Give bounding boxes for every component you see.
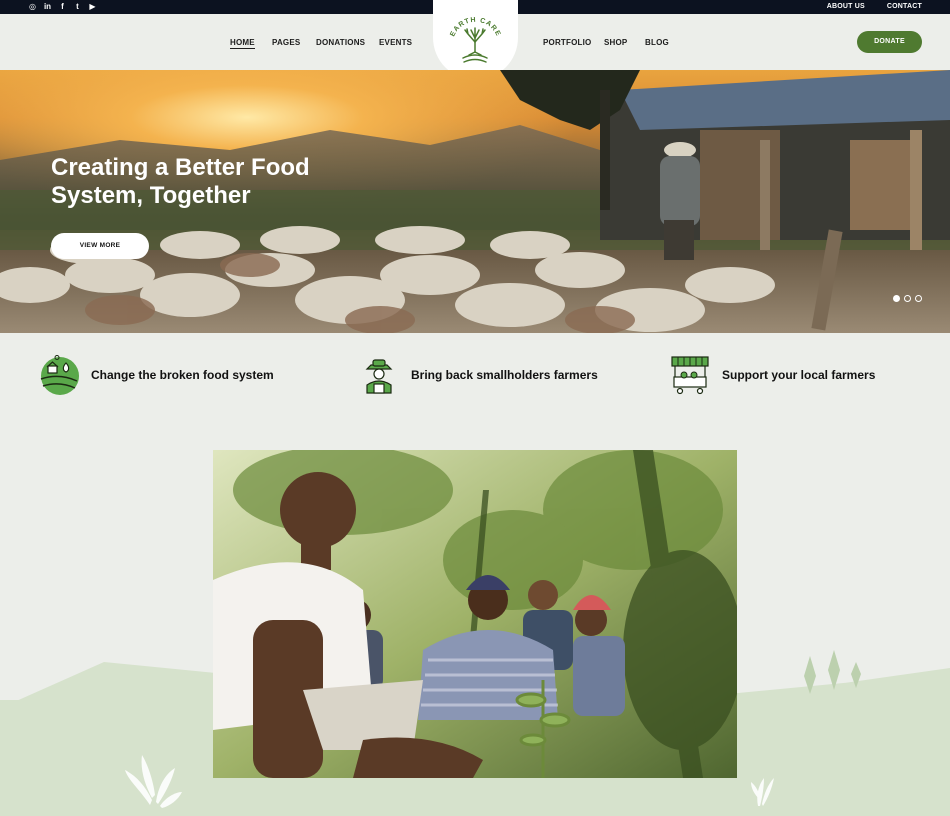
featured-video[interactable] [213,450,737,778]
top-links: ABOUT US CONTACT [827,3,922,10]
nav-blog[interactable]: BLOG [645,38,669,47]
farmer-icon [365,359,393,394]
slider-dot-3[interactable] [915,295,922,302]
slider-dot-2[interactable] [904,295,911,302]
feature-item: Support your local farmers [670,355,875,395]
nav-pages[interactable]: PAGES [272,38,300,47]
twitter-icon[interactable]: t [73,2,82,11]
logo[interactable]: EARTH CARE [433,0,518,80]
facebook-icon[interactable]: f [58,2,67,11]
social-links: ◎ in f t ▶ [28,2,97,11]
farmers-image [213,450,737,778]
slider-dots [893,295,922,302]
feature-text: Change the broken food system [91,368,274,382]
feature-text: Bring back smallholders farmers [411,368,598,382]
contact-link[interactable]: CONTACT [887,3,922,10]
wheat-leaf-icon [125,755,182,808]
youtube-icon[interactable]: ▶ [88,2,97,11]
nav-events[interactable]: EVENTS [379,38,412,47]
nav-donations[interactable]: DONATIONS [316,38,365,47]
instagram-icon[interactable]: ◎ [28,2,37,11]
wheat-leaf-icon [751,778,774,806]
about-us-link[interactable]: ABOUT US [827,3,865,10]
feature-text: Support your local farmers [722,368,876,382]
nav-shop[interactable]: SHOP [604,38,627,47]
farm-fields-icon [40,355,79,395]
hero-title: Creating a Better Food System, Together [51,154,310,209]
feature-item: Change the broken food system [39,355,274,395]
nav-portfolio[interactable]: PORTFOLIO [543,38,591,47]
hero-slider: Creating a Better Food System, Together … [0,70,950,333]
market-stall-icon [671,356,709,395]
feature-item: Bring back smallholders farmers [359,355,598,395]
plant-leaves-icon [804,650,861,694]
donate-button[interactable]: DONATE [857,31,922,53]
slider-dot-1[interactable] [893,295,900,302]
linkedin-icon[interactable]: in [43,2,52,11]
logo-tree-icon: EARTH CARE [449,17,501,63]
view-more-button[interactable]: VIEW MORE [51,233,149,259]
nav-home[interactable]: HOME [230,38,255,49]
